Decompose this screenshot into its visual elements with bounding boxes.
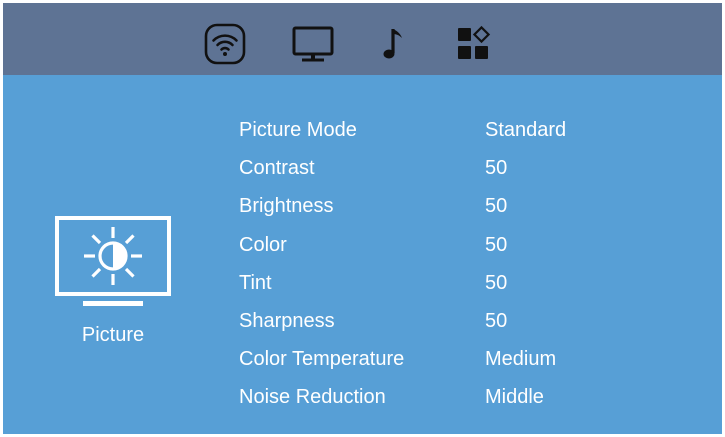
setting-row-brightness[interactable]: Brightness 50	[239, 194, 699, 232]
top-tab-bar	[3, 3, 722, 75]
settings-panel: Picture Picture Mode Standard Contrast 5…	[3, 75, 722, 434]
tab-network[interactable]	[202, 21, 248, 67]
music-note-icon	[383, 29, 402, 59]
setting-label: Color Temperature	[239, 348, 405, 371]
setting-value: Medium	[485, 348, 557, 371]
setting-label: Picture Mode	[239, 119, 357, 141]
monitor-icon	[292, 26, 334, 62]
setting-value: 50	[485, 157, 508, 180]
apps-icon	[458, 25, 491, 59]
wifi-icon	[204, 23, 246, 65]
setting-label: Brightness	[239, 195, 334, 218]
setting-row-color-temperature[interactable]: Color Temperature Medium	[239, 347, 699, 385]
setting-row-sharpness[interactable]: Sharpness 50	[239, 309, 699, 347]
setting-value: 50	[485, 271, 508, 294]
setting-label: Noise Reduction	[239, 386, 386, 409]
setting-row-noise-reduction[interactable]: Noise Reduction Middle	[239, 385, 699, 423]
setting-value: 50	[485, 233, 508, 256]
setting-value: Standard	[485, 119, 567, 141]
setting-row-tint[interactable]: Tint 50	[239, 271, 699, 309]
setting-value: Middle	[485, 386, 544, 409]
category-label: Picture	[81, 324, 145, 346]
setting-value: 50	[485, 309, 508, 332]
setting-label: Sharpness	[239, 309, 335, 332]
setting-row-contrast[interactable]: Contrast 50	[239, 156, 699, 194]
setting-label: Tint	[239, 271, 272, 294]
tab-apps[interactable]	[450, 21, 496, 67]
setting-label: Color	[239, 233, 287, 256]
osd-menu: Picture Picture Mode Standard Contrast 5…	[3, 3, 722, 434]
setting-row-picture-mode[interactable]: Picture Mode Standard	[239, 118, 699, 156]
settings-list: Picture Mode Standard Contrast 50 Bright…	[239, 118, 699, 424]
tab-sound[interactable]	[371, 21, 417, 67]
setting-row-color[interactable]: Color 50	[239, 233, 699, 271]
brightness-monitor-icon	[55, 216, 171, 306]
setting-value: 50	[485, 195, 508, 218]
category-panel: Picture	[52, 214, 174, 347]
tab-picture[interactable]	[290, 21, 336, 67]
setting-label: Contrast	[239, 157, 315, 180]
